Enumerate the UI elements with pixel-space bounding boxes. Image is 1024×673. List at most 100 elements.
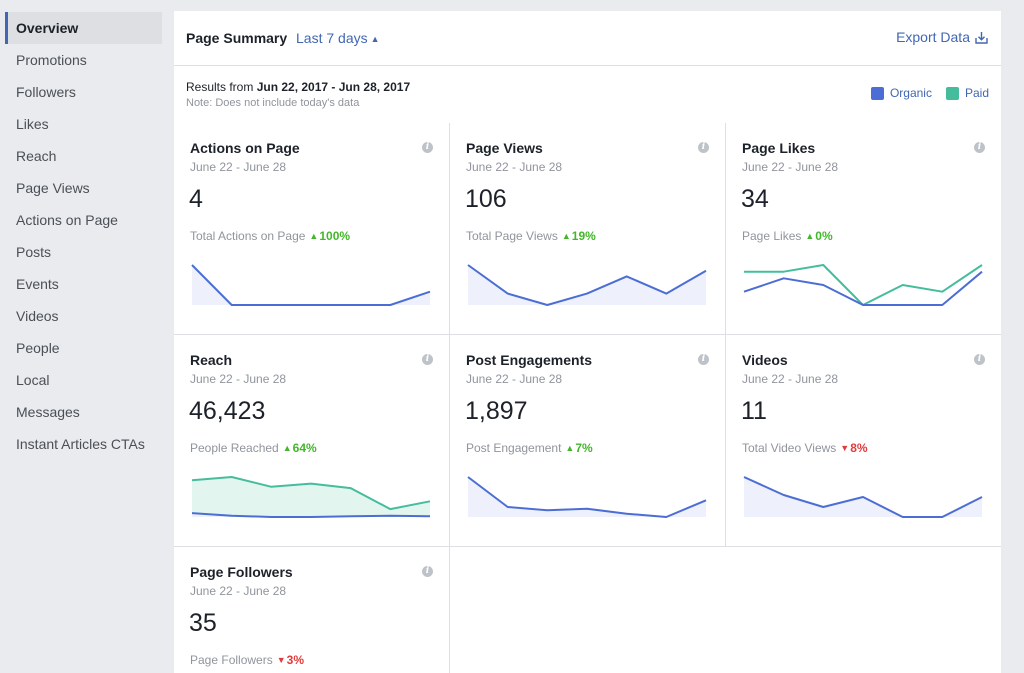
sidebar-item-actions-on-page[interactable]: Actions on Page [5,204,162,236]
card-title: Page Followers [190,564,293,580]
card-title: Actions on Page [190,140,300,156]
sidebar-item-likes[interactable]: Likes [5,108,162,140]
card-divider [449,123,450,547]
sparkline-chart [467,264,707,306]
card-date-range: June 22 - June 28 [466,160,563,174]
legend-organic: Organic [870,86,932,100]
results-bar: Results from Jun 22, 2017 - Jun 28, 2017… [174,66,1001,125]
info-icon[interactable]: i [698,354,709,365]
results-date-range: Jun 22, 2017 - Jun 28, 2017 [256,80,411,94]
sidebar-item-videos[interactable]: Videos [5,300,162,332]
card-reach[interactable]: Reach June 22 - June 28 i 46,423 People Reac… [174,335,449,546]
change-percent: 0% [815,229,833,243]
summary-header: Page Summary Last 7 days ▲︎ Export Data [174,11,1001,66]
organic-line [191,264,431,306]
organic-swatch [870,86,884,100]
card-title: Page Likes [742,140,816,156]
info-icon[interactable]: i [422,142,433,153]
card-post-engagements[interactable]: Post Engagements June 22 - June 28 i 1,897 P… [450,335,725,546]
card-title: Reach [190,352,233,368]
sparkline-chart [467,476,707,518]
results-note: Note: Does not include today's data [186,97,360,109]
triangle-up-icon: ▲ [805,231,815,241]
results-prefix: Results from [186,80,254,94]
sparkline-chart [191,476,431,518]
change-percent: 19% [571,229,596,243]
sidebar-item-people[interactable]: People [5,332,162,364]
sidebar-item-promotions[interactable]: Promotions [5,44,162,76]
date-range-label: Last 7 days [296,30,368,46]
change-indicator: ▼3% [277,653,304,667]
card-metric-label: Page Followers [190,653,273,667]
card-divider [725,123,726,547]
change-percent: 64% [292,441,317,455]
info-icon[interactable]: i [698,142,709,153]
triangle-up-icon: ▲ [565,443,575,453]
card-page-likes[interactable]: Page Likes June 22 - June 28 i 34 Page Likes… [726,123,1001,334]
card-value: 34 [741,185,769,213]
card-value: 4 [189,185,203,213]
sidebar-item-followers[interactable]: Followers [5,76,162,108]
sidebar-item-messages[interactable]: Messages [5,396,162,428]
card-date-range: June 22 - June 28 [466,372,563,386]
sidebar-item-instant-articles-ctas[interactable]: Instant Articles CTAs [5,428,162,460]
sidebar-item-local[interactable]: Local [5,364,162,396]
sparkline-chart [743,264,983,306]
card-metric-label: Total Video Views [742,441,837,455]
card-metric-label: Page Likes [742,229,802,243]
card-page-followers[interactable]: Page Followers June 22 - June 28 i 35 Page F… [174,547,449,673]
card-subtitle: Page Likes ▲0% [742,229,833,243]
card-value: 106 [465,185,507,213]
card-divider [174,334,1001,335]
card-value: 35 [189,609,217,637]
card-page-views[interactable]: Page Views June 22 - June 28 i 106 Total Pag… [450,123,725,334]
export-data-label: Export Data [896,29,970,45]
organic-area [192,265,430,305]
card-actions-on-page[interactable]: Actions on Page June 22 - June 28 i 4 Total … [174,123,449,334]
change-indicator: ▼8% [840,441,867,455]
info-icon[interactable]: i [974,142,985,153]
paid-line [744,264,983,306]
card-metric-label: Total Page Views [466,229,558,243]
download-icon [975,31,988,44]
legend-organic-label: Organic [889,86,932,100]
card-date-range: June 22 - June 28 [742,160,839,174]
info-icon[interactable]: i [422,566,433,577]
sparkline-chart [743,476,983,518]
card-value: 46,423 [189,397,266,425]
paid-swatch [945,86,959,100]
sidebar-item-events[interactable]: Events [5,268,162,300]
sidebar-item-reach[interactable]: Reach [5,140,162,172]
card-subtitle: Total Video Views ▼8% [742,441,868,455]
info-icon[interactable]: i [974,354,985,365]
sidebar-item-overview[interactable]: Overview [5,12,162,44]
card-metric-label: Total Actions on Page [190,229,306,243]
card-title: Post Engagements [466,352,593,368]
change-percent: 3% [286,653,304,667]
card-divider [449,547,450,673]
sidebar-item-page-views[interactable]: Page Views [5,172,162,204]
date-range-dropdown[interactable]: Last 7 days ▲︎ [296,30,380,46]
change-indicator: ▲100% [309,229,350,243]
change-percent: 7% [575,441,593,455]
card-subtitle: Page Followers ▼3% [190,653,304,667]
change-percent: 8% [850,441,868,455]
card-subtitle: Total Actions on Page ▲100% [190,229,350,243]
card-subtitle: People Reached ▲64% [190,441,317,455]
sparkline-chart [191,264,431,306]
triangle-up-icon: ▲ [282,443,292,453]
export-data-button[interactable]: Export Data [896,29,988,45]
change-indicator: ▲7% [565,441,592,455]
organic-area [468,265,706,305]
card-subtitle: Post Engagement ▲7% [466,441,593,455]
organic-area [468,477,706,517]
card-divider [174,546,1001,547]
triangle-up-icon: ▲ [561,231,571,241]
change-indicator: ▲19% [562,229,596,243]
sidebar-nav: Overview Promotions Followers Likes Reac… [5,12,162,460]
sidebar-item-posts[interactable]: Posts [5,236,162,268]
card-videos[interactable]: Videos June 22 - June 28 i 11 Total Video Vi… [726,335,1001,546]
info-icon[interactable]: i [422,354,433,365]
change-indicator: ▲0% [805,229,832,243]
sort-caret-icon: ▲︎ [370,34,380,44]
